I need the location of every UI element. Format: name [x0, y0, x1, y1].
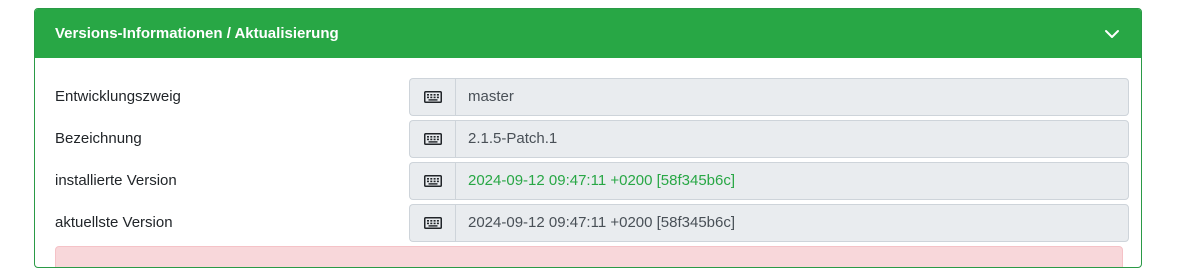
row-installed-version: installierte Version 2024-09-12 09:47:11… [35, 162, 1141, 200]
alert-box [55, 246, 1123, 267]
keyboard-icon [409, 162, 455, 200]
keyboard-icon [409, 78, 455, 116]
branch-label: Entwicklungszweig [55, 88, 181, 105]
keyboard-icon [409, 120, 455, 158]
installed-version-label: installierte Version [55, 172, 177, 189]
row-latest-version: aktuellste Version 2024-09-12 09:47:11 +… [35, 204, 1141, 242]
row-designation: Bezeichnung 2.1.5-Patch.1 [35, 120, 1141, 158]
branch-input-group: master [409, 78, 1129, 116]
version-info-panel: Versions-Informationen / Aktualisierung … [34, 8, 1142, 268]
installed-version-input-group: 2024-09-12 09:47:11 +0200 [58f345b6c] [409, 162, 1129, 200]
designation-input-group: 2.1.5-Patch.1 [409, 120, 1129, 158]
panel-title: Versions-Informationen / Aktualisierung [55, 25, 339, 42]
keyboard-icon [409, 204, 455, 242]
latest-version-input-group: 2024-09-12 09:47:11 +0200 [58f345b6c] [409, 204, 1129, 242]
row-branch: Entwicklungszweig master [35, 78, 1141, 116]
latest-version-field[interactable]: 2024-09-12 09:47:11 +0200 [58f345b6c] [455, 204, 1129, 242]
chevron-down-icon[interactable] [1103, 25, 1121, 43]
installed-version-field[interactable]: 2024-09-12 09:47:11 +0200 [58f345b6c] [455, 162, 1129, 200]
designation-field[interactable]: 2.1.5-Patch.1 [455, 120, 1129, 158]
panel-header[interactable]: Versions-Informationen / Aktualisierung [35, 9, 1141, 58]
branch-field[interactable]: master [455, 78, 1129, 116]
latest-version-label: aktuellste Version [55, 214, 173, 231]
designation-label: Bezeichnung [55, 130, 142, 147]
